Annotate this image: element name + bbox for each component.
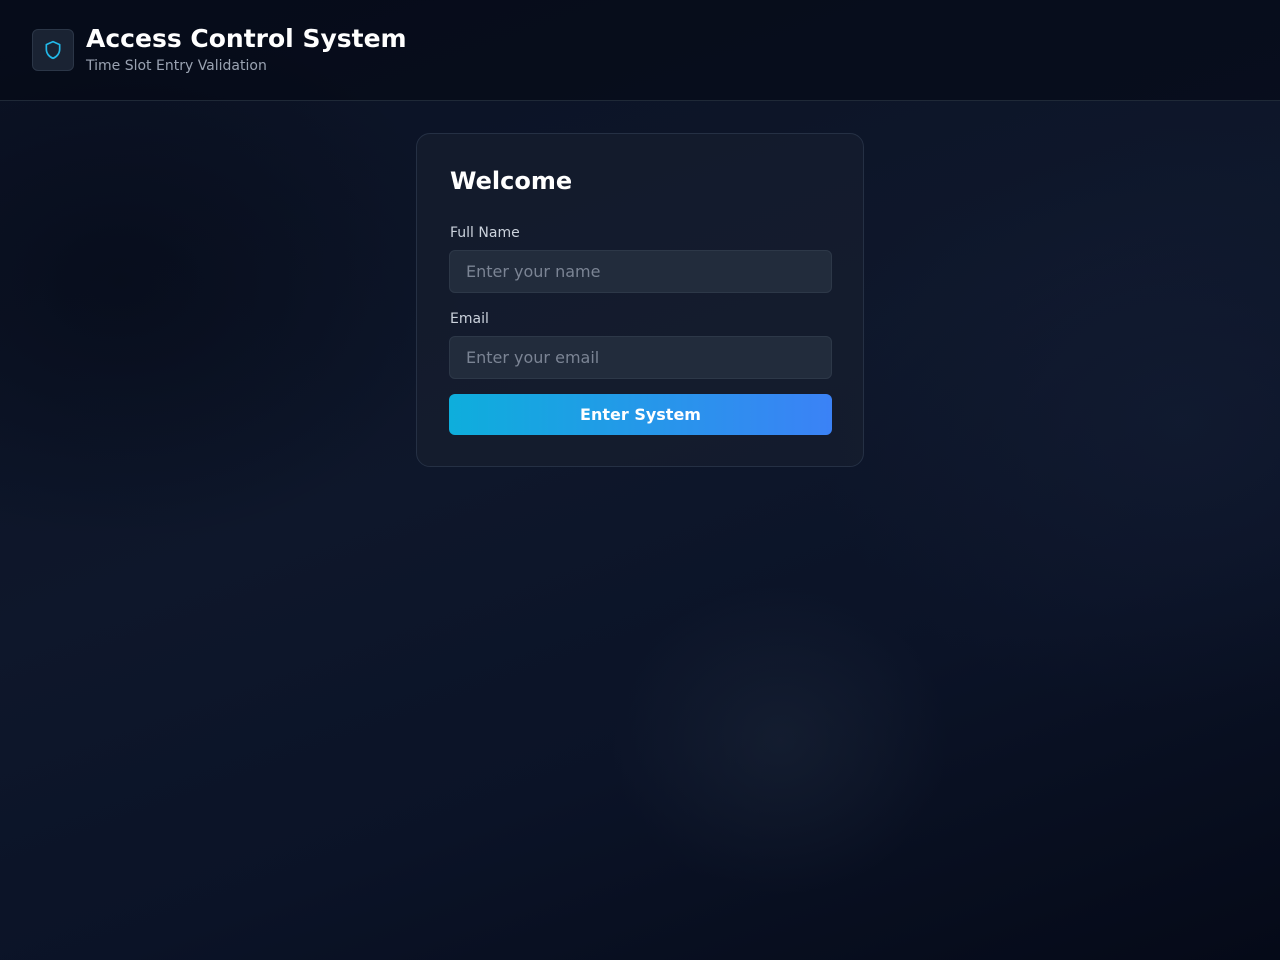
enter-system-button[interactable]: Enter System [449, 394, 832, 435]
full-name-label: Full Name [450, 225, 520, 241]
email-input[interactable] [449, 336, 832, 379]
email-label: Email [450, 311, 489, 327]
full-name-input[interactable] [449, 250, 832, 293]
login-card: Welcome Full Name Email Enter System [416, 133, 864, 467]
app-subtitle: Time Slot Entry Validation [86, 58, 267, 74]
app-title: Access Control System [86, 24, 407, 53]
app-logo [32, 29, 74, 71]
shield-icon [45, 40, 61, 60]
card-title: Welcome [450, 167, 573, 195]
app-header: Access Control System Time Slot Entry Va… [0, 0, 1280, 101]
